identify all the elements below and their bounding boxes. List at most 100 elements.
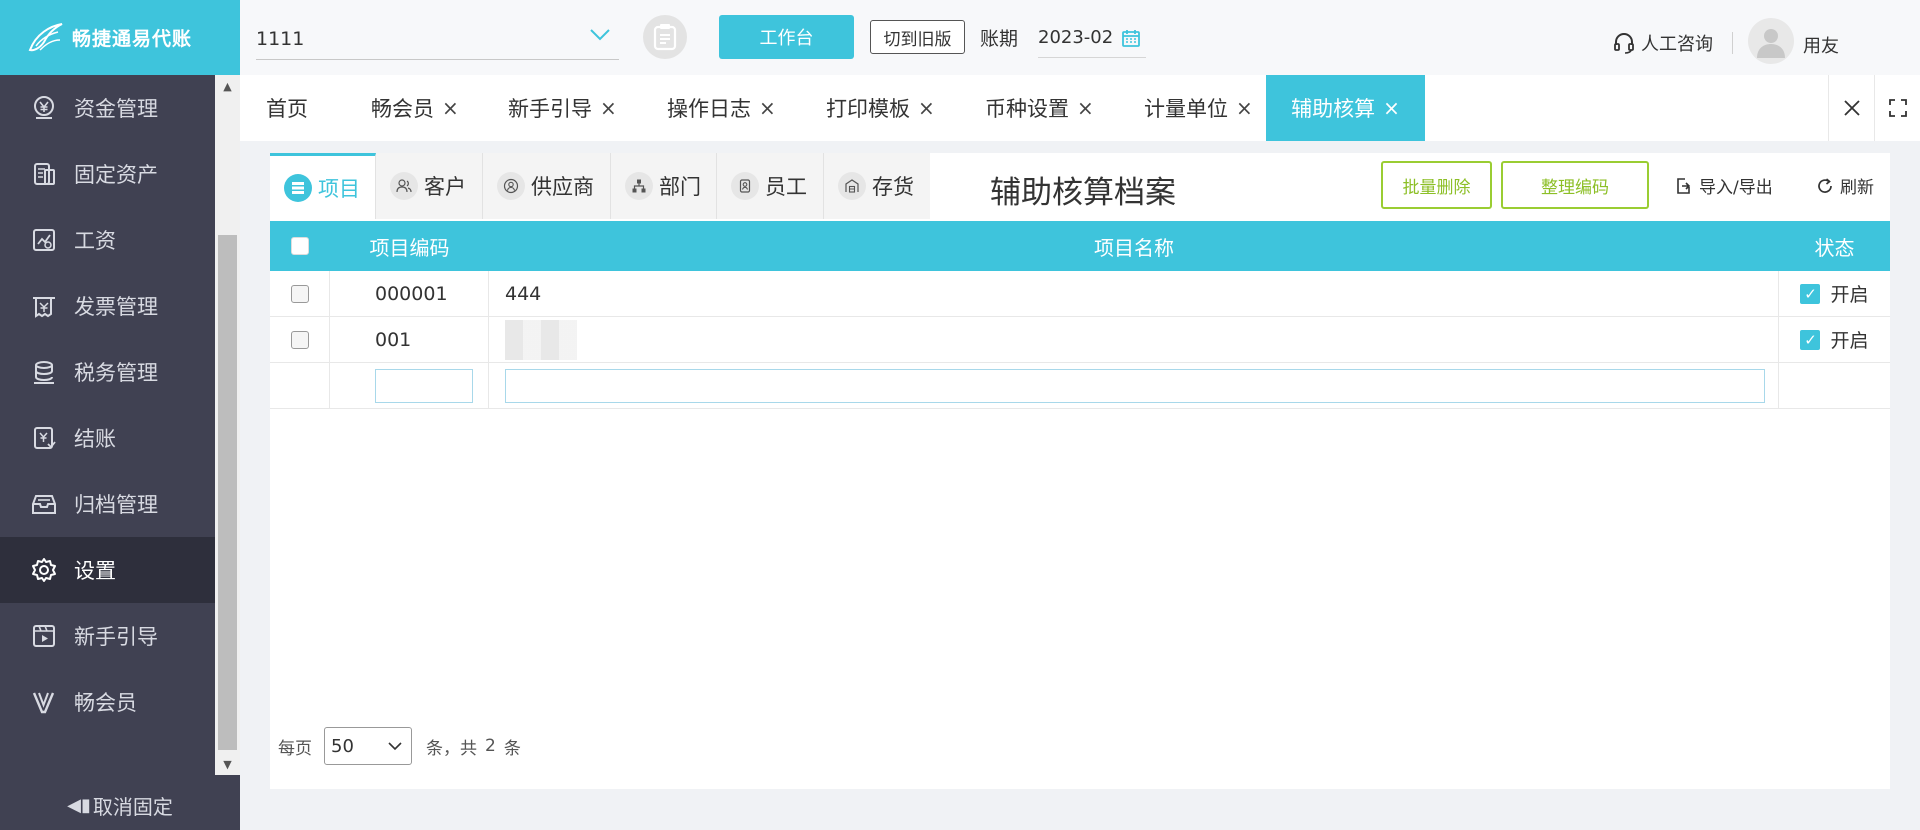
asset-icon [34,163,55,185]
sidebar-item-label: 固定资产 [74,163,158,187]
tab-measure-unit[interactable]: 计量单位 × [1144,75,1253,141]
select-all-cell [270,221,330,271]
refresh-button[interactable]: 刷新 [1816,173,1874,198]
batch-delete-button[interactable]: 批量删除 [1381,161,1492,209]
close-all-tabs-button[interactable] [1828,75,1874,141]
close-icon[interactable]: × [1236,96,1253,120]
column-header-code[interactable]: 项目编码 [330,221,489,271]
sidebar-item-label: 税务管理 [74,361,158,385]
supplier-icon [497,172,525,200]
user-avatar-icon [1757,29,1785,58]
row-name[interactable]: 444 [489,271,1779,316]
avatar[interactable] [1748,18,1794,64]
header-divider [1732,32,1733,54]
row-code[interactable]: 001 [330,317,489,362]
sidebar-item-settings[interactable]: 设置 [0,537,215,603]
tab-print-template[interactable]: 打印模板 × [826,75,935,141]
period-picker[interactable]: 2023-02 [1038,18,1146,58]
row-checkbox[interactable] [290,284,309,303]
new-name-input[interactable] [505,368,1765,403]
tab-label: 操作日志 [667,97,751,121]
status-enabled-checkbox[interactable]: ✓ [1800,283,1821,304]
close-icon[interactable]: × [1077,96,1094,120]
sidebar: 畅捷通易代账 资金管理 固定资产 工资 发票管理 税务管理 结账 归档管理 设置… [0,0,240,830]
customer-icon [390,172,418,200]
tab-operation-log[interactable]: 操作日志 × [667,75,776,141]
per-page-label: 每页 [278,738,312,759]
per-page-select[interactable]: 50 [324,727,412,765]
new-row-editor [270,363,1890,409]
department-tree-icon [625,172,653,200]
subtab-supplier[interactable]: 供应商 [483,153,611,219]
sidebar-item-label: 畅会员 [74,691,137,715]
sidebar-item-salary[interactable]: 工资 [0,207,215,273]
sidebar-item-fixed-assets[interactable]: 固定资产 [0,141,215,207]
sidebar-item-fund[interactable]: 资金管理 [0,75,215,141]
close-icon[interactable]: × [1383,96,1400,120]
calendar-clipboard-button[interactable] [643,15,687,59]
tax-icon [34,361,54,384]
tab-currency-settings[interactable]: 币种设置 × [985,75,1094,141]
subtab-department[interactable]: 部门 [611,153,717,219]
fullscreen-button[interactable] [1874,75,1920,141]
tab-beginner-guide[interactable]: 新手引导 × [508,75,617,141]
period-value: 2023-02 [1038,27,1114,48]
sidebar-scrollbar[interactable]: ▲ ▼ [215,75,240,775]
sidebar-item-member[interactable]: 畅会员 [0,669,215,735]
scroll-up-arrow-icon[interactable]: ▲ [215,75,240,97]
fullscreen-icon [1888,99,1907,117]
tab-auxiliary-accounting[interactable]: 辅助核算 × [1266,75,1425,141]
import-export-button[interactable]: 导入/导出 [1675,173,1773,198]
sidebar-item-label: 发票管理 [74,295,158,319]
close-icon[interactable]: × [759,96,776,120]
status-label: 开启 [1830,284,1869,306]
bird-logo-icon [28,22,63,51]
sidebar-item-label: 资金管理 [74,97,158,121]
scroll-thumb[interactable] [218,235,237,750]
subtab-customer[interactable]: 客户 [376,153,483,219]
row-select-cell [270,317,330,362]
subtab-employee[interactable]: 员工 [717,153,824,219]
sidebar-item-invoice[interactable]: 发票管理 [0,273,215,339]
video-guide-icon [33,625,55,647]
unpin-sidebar-button[interactable]: ◀▮ 取消固定 [0,780,240,830]
tab-member[interactable]: 畅会员 × [371,75,459,141]
reorganize-code-button[interactable]: 整理编码 [1501,161,1649,209]
app-logo[interactable]: 畅捷通易代账 [0,0,240,75]
row-code[interactable]: 000001 [330,271,489,316]
table-row[interactable]: 001 ✓ 开启 [270,317,1890,363]
chevron-down-icon [590,29,610,41]
sidebar-item-archive[interactable]: 归档管理 [0,471,215,537]
sidebar-item-label: 结账 [74,427,116,451]
scroll-down-arrow-icon[interactable]: ▼ [215,753,240,775]
sidebar-item-tax[interactable]: 税务管理 [0,339,215,405]
username[interactable]: 用友 [1803,32,1839,58]
column-header-status[interactable]: 状态 [1779,221,1890,271]
select-all-checkbox[interactable] [291,237,309,255]
new-code-input[interactable] [375,368,473,403]
warehouse-icon [838,172,866,200]
tab-label: 计量单位 [1144,97,1228,121]
workbench-button[interactable]: 工作台 [719,15,854,59]
chevron-down-icon [388,742,402,751]
yen-coin-icon [34,96,54,119]
consult-button[interactable]: 人工咨询 [1613,30,1713,56]
sidebar-item-closing[interactable]: 结账 [0,405,215,471]
close-icon[interactable]: × [918,96,935,120]
close-icon[interactable]: × [442,96,459,120]
row-name[interactable] [489,317,1779,362]
table-row[interactable]: 000001 444 ✓ 开启 [270,271,1890,317]
subtab-label: 供应商 [531,175,594,199]
subtab-inventory[interactable]: 存货 [824,153,930,219]
close-icon[interactable]: × [600,96,617,120]
sidebar-item-guide[interactable]: 新手引导 [0,603,215,669]
status-enabled-checkbox[interactable]: ✓ [1800,329,1821,350]
column-header-name[interactable]: 项目名称 [489,221,1779,271]
tab-home[interactable]: 首页 [266,75,308,141]
subtab-project[interactable]: 项目 [270,153,376,219]
company-select[interactable]: 1111 [256,18,619,60]
row-checkbox[interactable] [290,330,309,349]
member-v-icon [32,692,55,714]
switch-old-version-button[interactable]: 切到旧版 [870,20,965,54]
row-status: ✓ 开启 [1779,271,1890,316]
